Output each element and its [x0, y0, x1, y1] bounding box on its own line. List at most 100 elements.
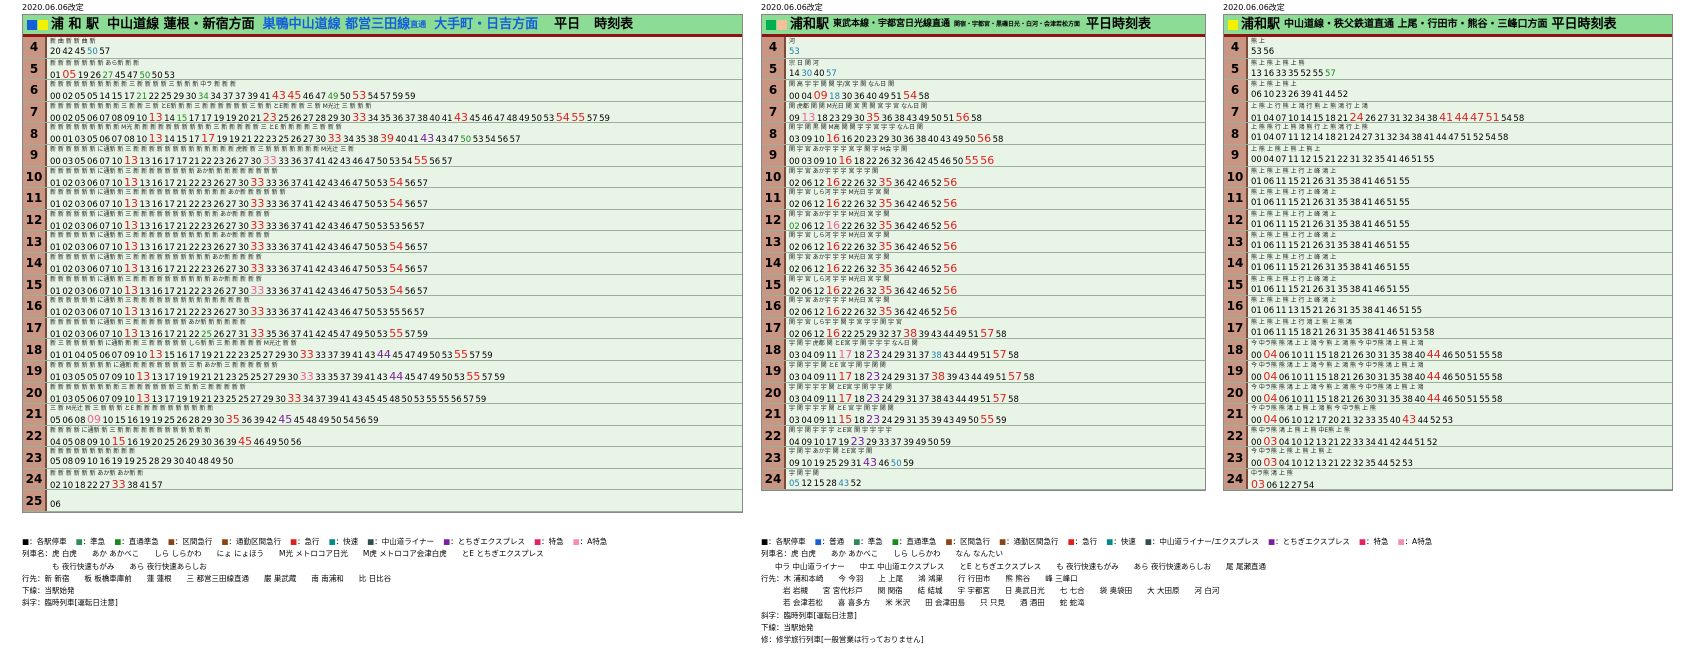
departure-minute: 43: [364, 351, 376, 360]
departure-minute: 42: [906, 178, 918, 188]
legend-entry: ■：快速: [1106, 537, 1136, 546]
legend-text: ：快速: [335, 537, 359, 546]
departure-minute: 06: [86, 329, 98, 339]
departure-minute: 33: [111, 477, 126, 490]
departure-minute: 05: [50, 416, 61, 425]
departure-minute: 37: [339, 372, 351, 382]
departure-minute: 50: [890, 459, 902, 468]
departure-minute: 17: [164, 372, 175, 382]
departures-cell: 河 53: [786, 37, 1205, 58]
departure-minute: 37: [290, 243, 302, 252]
departure-minute: 42: [315, 308, 327, 317]
departure-minutes: 02 06 12 16 22 26 32 35 36 42 46 52 56: [789, 198, 1205, 209]
departure-minute: 10: [99, 437, 111, 447]
departure-minute: 09: [111, 394, 123, 404]
hour-label: 17: [762, 317, 786, 339]
departure-minute: 05: [62, 437, 74, 447]
departure-minute: 11: [1275, 219, 1287, 230]
departure-minute: 04: [1278, 459, 1290, 468]
hour-row: 12 新 新 新 新 新 新 に通新 新 三 新 新 新 新 新 新 新 新 新 …: [23, 209, 742, 232]
departure-minute: 41: [302, 329, 314, 339]
departure-minute: 18: [1324, 133, 1336, 144]
departure-minute: 43: [327, 286, 339, 296]
underline-note: 下線：当駅始発: [22, 586, 75, 596]
departure-minute: 21: [176, 243, 188, 252]
departure-minute: 44: [1402, 437, 1413, 447]
legend-text: ：準急: [860, 537, 883, 546]
departure-minute: 55: [1398, 241, 1410, 252]
legend-entry: ■：各駅停車: [22, 537, 67, 546]
departure-minutes: 02 06 12 16 22 26 32 35 36 42 46 52 56: [789, 285, 1205, 296]
departure-minute: 45: [74, 47, 86, 57]
departure-minute: 11: [1275, 198, 1287, 209]
departure-minute: 33: [265, 221, 277, 231]
departure-minutes: 02 10 18 22 27 33 38 41 57: [50, 479, 742, 490]
departure-minute: 30: [250, 156, 262, 166]
hour-row: 13 関 宇 宮 しら河 宇 宇 M光日 宮 宇 関 02 06 12 16 22 26 32 3…: [762, 231, 1205, 253]
departure-minute: 06: [86, 394, 98, 404]
departure-minute: 46: [253, 437, 265, 447]
departure-minute: 48: [306, 416, 317, 425]
departure-minute: 32: [1352, 416, 1364, 425]
departure-minute: 25: [278, 113, 290, 123]
departures-cell: 熊 上 熊 上 熊 上 行 上 峰 鴻 上 01 06 11 15 21 26 31 35 38 4…: [1248, 188, 1672, 209]
departure-minute: 07: [1275, 113, 1287, 123]
departure-minute: 43: [454, 110, 469, 123]
hour-row: 13 新 新 新 新 新 新 に通新 新 三 新 新 新 新 新 新 新 新 新 …: [23, 231, 742, 253]
departure-minute: 35: [878, 197, 893, 209]
departure-minute: 38: [1349, 262, 1361, 273]
departure-minute: 13: [139, 221, 151, 231]
departure-minute: 21: [1340, 394, 1352, 404]
departure-minute: 57: [404, 329, 416, 339]
departure-minute: 41: [1439, 110, 1454, 123]
hour-label: 20: [1224, 382, 1248, 404]
departure-minute: 02: [62, 178, 74, 188]
departure-minute: 00: [50, 113, 61, 123]
departure-minute: 52: [930, 178, 942, 188]
departure-minute: 31: [850, 459, 862, 468]
departure-minute: 15: [1315, 351, 1327, 360]
departure-minute: 47: [417, 372, 428, 382]
departure-minute: 51: [1386, 176, 1398, 187]
departure-minute: 32: [866, 308, 877, 317]
departure-minute: 49: [518, 113, 530, 123]
departure-minute: 49: [955, 416, 967, 425]
departure-minute: 42: [906, 243, 918, 252]
departure-minute: 50: [86, 47, 98, 57]
departures-cell: 関 虎都 関 関 M光日 関 宮 黒 関 宮 宇 宮 なん日 関 09 13 18 23…: [786, 101, 1205, 123]
hour-label: 25: [23, 490, 47, 512]
departure-minute: 26: [213, 329, 225, 339]
departure-minute: 03: [74, 243, 86, 252]
hour-row: 10 新 新 新 新 新 新 に通新 新 三 新 新 新 新 新 新 新 新 あか…: [23, 166, 742, 189]
train-type-codes: 関 宇 宮 しら河 宇 宇 M光日 宮 宇 関: [789, 275, 890, 283]
departure-minute: 36: [213, 437, 225, 447]
departure-minute: 49: [878, 92, 890, 101]
train-name-legend: 列車名：虎 白虎 あか あかべこ しら しらかわ にょ にょほう M光 メトロコ…: [22, 549, 544, 559]
departure-minute: 29: [262, 394, 274, 404]
departure-minute: 53: [441, 351, 453, 360]
departure-minutes: 00 01 03 05 06 07 08 10 13 14 15 17 17 19 19 21 22 23 25 26…: [50, 133, 742, 144]
departure-minute: 04: [1263, 369, 1278, 382]
departure-minute: 43: [958, 372, 970, 382]
departure-minute: 12: [813, 200, 825, 209]
departures-cell: 宇 関 宇 宇 関 とE 宮 宇 関 宇 関 関 03 04 09 11 17 18 23 24…: [786, 360, 1205, 382]
departure-minute: 41: [1361, 176, 1373, 187]
departure-minute: 26: [853, 264, 865, 274]
departure-minute: 40: [395, 135, 407, 144]
departure-minute: 03: [789, 416, 800, 425]
departure-minute: 36: [278, 286, 290, 296]
departure-minute: 35: [878, 175, 893, 188]
departure-minute: 06: [1278, 351, 1290, 360]
departure-minute: 16: [838, 153, 853, 166]
departure-minute: 50: [339, 92, 351, 101]
departure-minute: 09: [123, 351, 135, 360]
hour-row: 10 関 宇 宮 あか宇 宇 宇 宮 宇 宇 関 02 06 12 16 22 26 32 35 3…: [762, 166, 1205, 189]
departure-minute: 56: [943, 175, 958, 188]
departure-minute: 36: [278, 243, 290, 252]
departure-minute: 12: [1303, 416, 1315, 425]
departure-minute: 58: [992, 135, 1004, 144]
departures-cell: 新 新 新 新 新 新 に通新 新 三 新 新 新 新 新 新 新 新 新 新 …: [47, 144, 742, 166]
departure-minute: 38: [1349, 241, 1361, 252]
departure-minute: 22: [188, 221, 200, 231]
departure-minute: 30: [238, 243, 249, 252]
